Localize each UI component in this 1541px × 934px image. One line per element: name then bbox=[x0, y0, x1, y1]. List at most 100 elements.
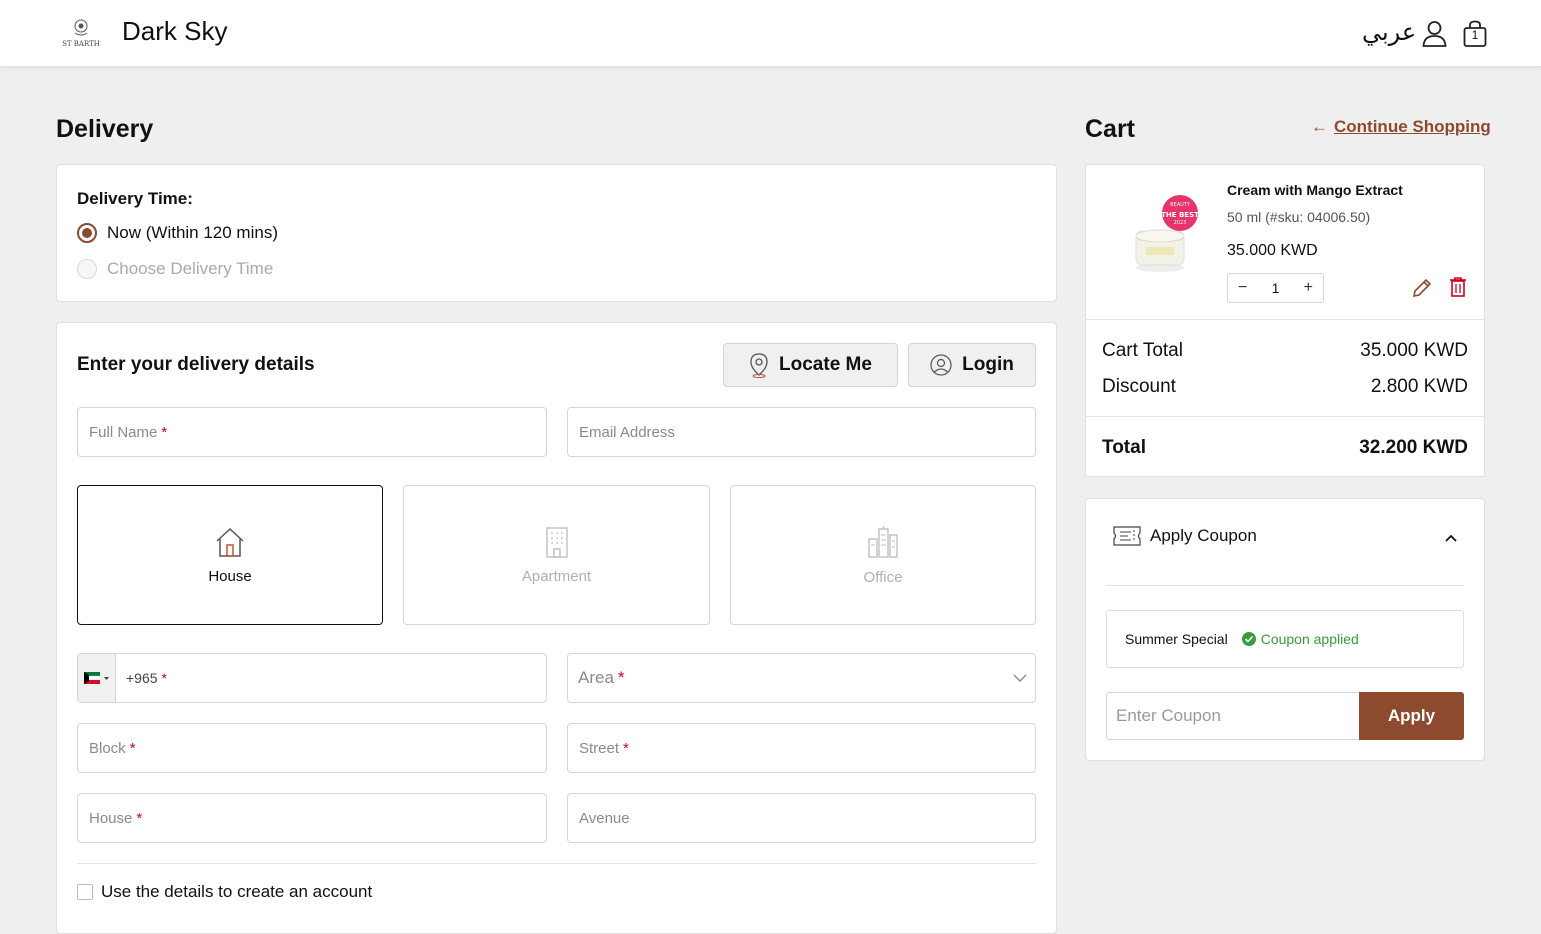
store-name[interactable]: Dark Sky bbox=[122, 16, 227, 47]
phone-prefix: +965 bbox=[126, 670, 158, 686]
grand-total-row: Total 32.200 KWD bbox=[1102, 437, 1468, 459]
full-name-field[interactable]: Full Name * bbox=[77, 407, 547, 457]
required-mark: * bbox=[617, 668, 625, 687]
required-mark: * bbox=[136, 809, 143, 827]
discount-label: Discount bbox=[1102, 376, 1176, 397]
phone-field[interactable]: +965 * bbox=[77, 653, 547, 703]
discount-row: Discount 2.800 KWD bbox=[1102, 376, 1468, 398]
full-name-placeholder: Full Name bbox=[89, 423, 158, 441]
delivery-time-label: Delivery Time: bbox=[77, 189, 193, 208]
required-mark: * bbox=[161, 423, 168, 441]
form-divider bbox=[77, 863, 1036, 864]
coupon-applied-text: Coupon applied bbox=[1260, 631, 1359, 647]
product-variant: 50 ml (#sku: 04006.50) bbox=[1227, 209, 1371, 225]
svg-text:THE BEST: THE BEST bbox=[1161, 211, 1199, 219]
cart-title: Cart bbox=[1085, 115, 1136, 143]
area-placeholder: Area bbox=[578, 668, 614, 687]
address-type-office-label: Office bbox=[863, 568, 903, 586]
avenue-placeholder: Avenue bbox=[579, 809, 630, 827]
delivery-option-schedule[interactable]: Choose Delivery Time bbox=[77, 259, 273, 279]
delivery-option-now-label: Now (Within 120 mins) bbox=[107, 223, 278, 242]
radio-unselected-icon[interactable] bbox=[77, 259, 97, 279]
delivery-time-panel: Delivery Time: Now (Within 120 mins) Cho… bbox=[56, 164, 1057, 302]
coupon-divider bbox=[1106, 585, 1464, 586]
summary-divider bbox=[1086, 416, 1484, 417]
discount-value: 2.800 KWD bbox=[1370, 376, 1468, 397]
street-field[interactable]: Street * bbox=[567, 723, 1036, 773]
chevron-down-icon bbox=[1013, 674, 1027, 682]
create-account-option[interactable]: Use the details to create an account bbox=[77, 882, 372, 902]
login-label: Login bbox=[962, 354, 1014, 375]
quantity-increase-button[interactable]: + bbox=[1304, 279, 1313, 297]
cart-total-label: Cart Total bbox=[1102, 340, 1183, 361]
street-placeholder: Street bbox=[579, 739, 620, 757]
create-account-label: Use the details to create an account bbox=[101, 882, 373, 901]
top-bar: ST BARTH Dark Sky عربي 1 bbox=[0, 0, 1541, 67]
create-account-checkbox[interactable] bbox=[77, 884, 93, 900]
email-field[interactable]: Email Address bbox=[567, 407, 1036, 457]
continue-shopping-label: Continue Shopping bbox=[1334, 117, 1491, 136]
language-switch-link[interactable]: عربي bbox=[1362, 18, 1416, 46]
delivery-details-title: Enter your delivery details bbox=[77, 354, 315, 375]
applied-coupon-box: Summer Special Coupon applied bbox=[1106, 610, 1464, 668]
coupon-code-input[interactable]: Enter Coupon bbox=[1106, 692, 1360, 740]
svg-text:2023: 2023 bbox=[1174, 220, 1187, 226]
address-type-office[interactable]: Office bbox=[730, 485, 1036, 625]
locate-me-button[interactable]: Locate Me bbox=[723, 343, 898, 387]
avenue-field[interactable]: Avenue bbox=[567, 793, 1036, 843]
address-type-apartment[interactable]: Apartment bbox=[403, 485, 710, 625]
arrow-left-icon: ← bbox=[1311, 117, 1328, 136]
block-field[interactable]: Block * bbox=[77, 723, 547, 773]
continue-shopping-link[interactable]: ← Continue Shopping bbox=[1311, 117, 1491, 137]
product-name[interactable]: Cream with Mango Extract bbox=[1227, 182, 1403, 198]
kuwait-flag-icon bbox=[83, 672, 109, 684]
house-number-field[interactable]: House * bbox=[77, 793, 547, 843]
coupon-input-placeholder: Enter Coupon bbox=[1116, 706, 1221, 725]
total-value: 32.200 KWD bbox=[1359, 437, 1468, 458]
store-logo[interactable]: ST BARTH bbox=[60, 16, 102, 50]
map-pin-icon bbox=[750, 353, 768, 378]
radio-selected-icon[interactable] bbox=[77, 223, 97, 243]
quantity-stepper: − 1 + bbox=[1227, 273, 1324, 303]
cart-total-value: 35.000 KWD bbox=[1360, 340, 1468, 361]
country-code-selector[interactable] bbox=[78, 654, 116, 702]
cart-total-row: Cart Total 35.000 KWD bbox=[1102, 340, 1468, 362]
login-button[interactable]: Login bbox=[908, 343, 1036, 387]
delivery-option-now[interactable]: Now (Within 120 mins) bbox=[77, 223, 278, 243]
house-placeholder: House bbox=[89, 809, 133, 827]
svg-text:BEAUTY: BEAUTY bbox=[1170, 202, 1191, 208]
locate-me-label: Locate Me bbox=[779, 354, 872, 375]
cart-item-divider bbox=[1086, 319, 1484, 320]
total-label: Total bbox=[1102, 437, 1146, 458]
required-mark: * bbox=[129, 739, 136, 757]
address-type-house-label: House bbox=[208, 567, 252, 585]
coupon-applied-status: Coupon applied bbox=[1241, 631, 1359, 647]
apply-coupon-toggle[interactable]: Apply Coupon bbox=[1113, 526, 1463, 546]
product-price: 35.000 KWD bbox=[1227, 242, 1318, 259]
address-type-apartment-label: Apartment bbox=[521, 567, 592, 585]
trash-delete-icon[interactable] bbox=[1449, 276, 1467, 298]
delivery-title: Delivery bbox=[56, 115, 154, 143]
quantity-decrease-button[interactable]: − bbox=[1238, 279, 1247, 297]
quantity-value[interactable]: 1 bbox=[1272, 280, 1280, 296]
email-placeholder: Email Address bbox=[579, 423, 675, 441]
delivery-option-schedule-label: Choose Delivery Time bbox=[107, 259, 274, 278]
applied-coupon-name: Summer Special bbox=[1125, 631, 1228, 647]
svg-text:ST BARTH: ST BARTH bbox=[62, 40, 100, 48]
coupon-ticket-icon bbox=[1113, 526, 1141, 546]
chevron-up-icon[interactable] bbox=[1445, 534, 1457, 542]
edit-pencil-icon[interactable] bbox=[1411, 277, 1433, 299]
user-account-icon[interactable] bbox=[1422, 20, 1447, 47]
product-thumbnail[interactable]: BEAUTY THE BEST 2023 bbox=[1128, 193, 1202, 279]
block-placeholder: Block bbox=[89, 739, 126, 757]
apply-coupon-button[interactable]: Apply bbox=[1359, 692, 1464, 740]
cart-bag-button[interactable]: 1 bbox=[1463, 20, 1487, 48]
office-buildings-icon bbox=[868, 525, 898, 558]
required-mark: * bbox=[623, 739, 629, 757]
address-type-house[interactable]: House bbox=[77, 485, 383, 625]
required-mark: * bbox=[161, 670, 167, 686]
apply-coupon-label: Apply Coupon bbox=[1150, 526, 1257, 545]
cart-count-badge: 1 bbox=[1471, 28, 1479, 42]
apartment-building-icon bbox=[545, 526, 568, 558]
area-select[interactable]: Area * bbox=[567, 653, 1036, 703]
